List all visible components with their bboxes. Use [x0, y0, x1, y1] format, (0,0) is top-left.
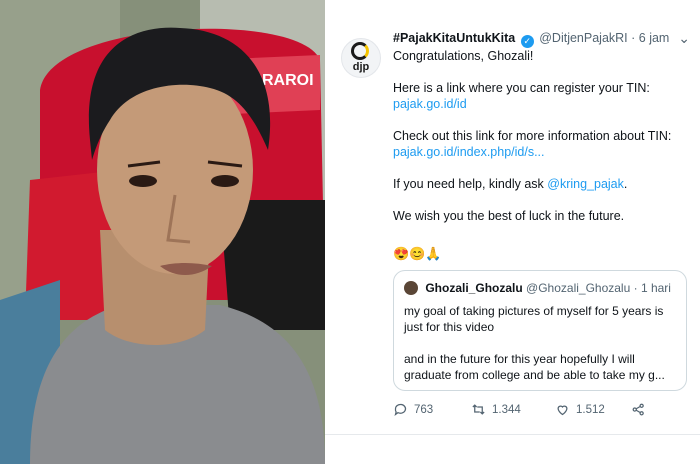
register-link[interactable]: pajak.go.id/id — [393, 97, 467, 111]
retweet-button[interactable]: 1.344 — [471, 402, 521, 417]
account-handle[interactable]: @DitjenPajakRI — [539, 31, 627, 45]
tweet-actions: 763 1.344 1.512 — [393, 402, 683, 422]
quoted-name[interactable]: Ghozali_Ghozalu — [425, 281, 522, 295]
account-name[interactable]: #PajakKitaUntukKita — [393, 31, 515, 45]
djp-logo-text: djp — [352, 61, 370, 73]
register-text: Here is a link where you can register yo… — [393, 81, 650, 95]
djp-logo-icon — [351, 42, 369, 60]
emoji-line: 😍😊🙏 — [393, 246, 442, 261]
help-suffix: . — [623, 177, 628, 191]
quoted-body: my goal of taking pictures of myself for… — [404, 303, 682, 399]
tweet-body: Congratulations, Ghozali! Here is a link… — [393, 48, 689, 240]
kring-pajak-mention[interactable]: @kring_pajak — [547, 177, 624, 191]
like-button[interactable]: 1.512 — [555, 402, 605, 417]
info-link[interactable]: pajak.go.id/index.php/id/s... — [393, 145, 545, 159]
quoted-text-2: and in the future for this year hopefull… — [404, 352, 665, 382]
verified-badge-icon: ✓ — [520, 35, 534, 48]
quoted-tweet[interactable]: Ghozali_Ghozalu @Ghozali_Ghozalu · 1 har… — [393, 270, 687, 391]
reply-button[interactable]: 763 — [393, 402, 433, 417]
selfie-photo: RAROI — [0, 0, 325, 464]
info-text: Check out this link for more information… — [393, 129, 672, 143]
tweet-card: djp #PajakKitaUntukKita ✓ @DitjenPajakRI… — [325, 0, 700, 464]
tweet-time[interactable]: · 6 jam — [631, 31, 669, 45]
tweet-header: #PajakKitaUntukKita ✓ @DitjenPajakRI · 6… — [393, 30, 693, 48]
retweet-icon — [472, 404, 485, 415]
like-count: 1.512 — [576, 403, 605, 416]
quoted-header: Ghozali_Ghozalu @Ghozali_Ghozalu · 1 har… — [404, 280, 671, 296]
chair-brand-text: RAROI — [262, 72, 314, 89]
quoted-avatar[interactable] — [404, 281, 418, 295]
greeting-text: Congratulations, Ghozali! — [393, 49, 534, 63]
heart-icon — [557, 405, 568, 416]
share-button[interactable] — [631, 402, 646, 417]
djp-avatar[interactable]: djp — [341, 38, 381, 78]
reply-count: 763 — [414, 403, 434, 416]
retweet-count: 1.344 — [492, 403, 521, 416]
quoted-handle[interactable]: @Ghozali_Ghozalu — [526, 281, 630, 295]
more-options-icon[interactable]: ⌄ — [678, 30, 690, 47]
reply-icon — [394, 403, 407, 417]
quoted-time[interactable]: · 1 hari — [634, 281, 671, 295]
quoted-text-1: my goal of taking pictures of myself for… — [404, 304, 664, 334]
bottom-divider — [325, 434, 700, 435]
help-text: If you need help, kindly ask — [393, 177, 548, 191]
wish-text: We wish you the best of luck in the futu… — [393, 209, 625, 223]
share-icon — [632, 403, 644, 416]
